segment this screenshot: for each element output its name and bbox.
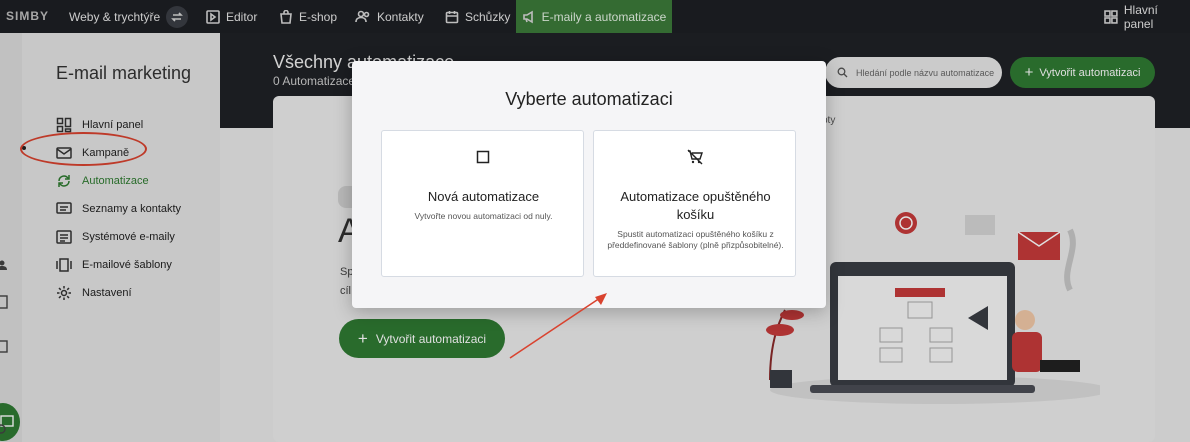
- option-description: Vytvořte novou automatizaci od nuly.: [414, 211, 553, 221]
- square-icon: [476, 150, 490, 164]
- abandoned-cart-option[interactable]: Automatizace opuštěného košíku Spustit a…: [593, 130, 796, 277]
- option-title: Automatizace opuštěného košíku: [620, 189, 771, 222]
- option-title: Nová automatizace: [427, 189, 540, 204]
- new-automation-option[interactable]: Nová automatizace Vytvořte novou automat…: [381, 130, 584, 277]
- option-description: Spustit automatizaci opuštěného košíku z…: [607, 229, 784, 250]
- cart-off-icon: [687, 149, 703, 165]
- select-automation-modal: Vyberte automatizaci Nová automatizace V…: [352, 61, 826, 308]
- annotation-arrow: [509, 293, 607, 359]
- modal-title: Vyberte automatizaci: [505, 89, 673, 109]
